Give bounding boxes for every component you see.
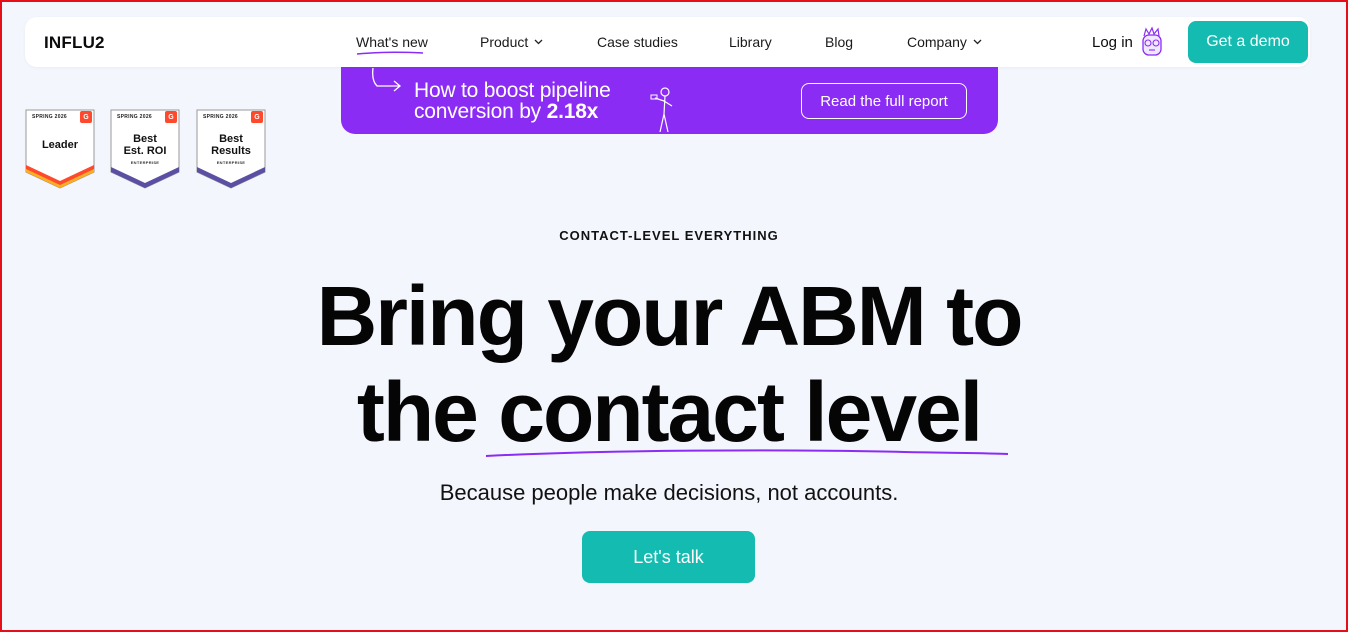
nav-item-blog[interactable]: Blog bbox=[825, 34, 853, 50]
badge-title-line2: Results bbox=[211, 145, 251, 157]
scribble-underline-icon bbox=[356, 51, 424, 55]
nav-item-whats-new[interactable]: What's new bbox=[356, 34, 428, 55]
hero-eyebrow: CONTACT-LEVEL EVERYTHING bbox=[559, 228, 779, 243]
nav-item-company[interactable]: Company bbox=[907, 34, 982, 50]
hero-headline-line2: the contact level bbox=[356, 365, 983, 459]
chevron-down-icon bbox=[534, 39, 543, 45]
login-link[interactable]: Log in bbox=[1092, 34, 1133, 51]
avatar-icon bbox=[1142, 26, 1162, 56]
g2-badge-best-results: SPRING 2026 G Best Results ENTERPRISE bbox=[196, 109, 266, 189]
get-demo-button[interactable]: Get a demo bbox=[1188, 21, 1308, 63]
top-nav: INFLU2 What's new Product Case studies L… bbox=[25, 17, 1310, 67]
hero-subline: Because people make decisions, not accou… bbox=[439, 480, 899, 505]
g2-logo-icon: G bbox=[251, 111, 263, 123]
badge-sub: ENTERPRISE bbox=[216, 160, 246, 165]
badge-title-line1: Best bbox=[219, 133, 243, 145]
nav-item-label: What's new bbox=[356, 34, 428, 50]
promo-text: How to boost pipeline conversion by 2.18… bbox=[414, 80, 611, 122]
badge-title: Leader bbox=[41, 139, 79, 151]
promo-line2-prefix: conversion by bbox=[414, 100, 547, 123]
badge-title-line2: Est. ROI bbox=[123, 145, 167, 157]
badge-season: SPRING 2026 bbox=[117, 114, 152, 120]
g2-badge-leader: SPRING 2026 G Leader bbox=[25, 109, 95, 189]
nav-item-case-studies[interactable]: Case studies bbox=[597, 34, 678, 50]
hero-headline-line1: Bring your ABM to bbox=[316, 269, 1024, 363]
logo[interactable]: INFLU2 bbox=[44, 33, 105, 53]
nav-item-label: Case studies bbox=[597, 34, 678, 50]
nav-item-label: Library bbox=[729, 34, 772, 50]
promo-line2-bold: 2.18x bbox=[546, 100, 599, 123]
person-illustration-icon bbox=[650, 87, 673, 132]
nav-item-label: Company bbox=[907, 34, 967, 50]
badge-season: SPRING 2026 bbox=[32, 114, 67, 120]
promo-line1: How to boost pipeline bbox=[414, 79, 611, 102]
nav-item-product[interactable]: Product bbox=[480, 34, 543, 50]
arrow-icon bbox=[371, 67, 402, 92]
promo-banner[interactable]: How to boost pipeline conversion by 2.18… bbox=[341, 56, 998, 134]
nav-item-label: Product bbox=[480, 34, 529, 50]
read-report-button[interactable]: Read the full report bbox=[801, 83, 967, 119]
badge-sub: ENTERPRISE bbox=[130, 160, 160, 165]
lets-talk-button[interactable]: Let's talk bbox=[582, 531, 755, 583]
badge-title-line1: Best bbox=[133, 133, 157, 145]
scribble-underline-icon bbox=[485, 449, 1009, 457]
g2-logo-icon: G bbox=[80, 111, 92, 123]
nav-item-label: Blog bbox=[825, 34, 854, 50]
chevron-down-icon bbox=[973, 39, 982, 45]
g2-logo-icon: G bbox=[165, 111, 177, 123]
nav-item-library[interactable]: Library bbox=[729, 34, 772, 50]
badge-season: SPRING 2026 bbox=[203, 114, 238, 120]
g2-badge-best-roi: SPRING 2026 G Best Est. ROI ENTERPRISE bbox=[110, 109, 180, 189]
